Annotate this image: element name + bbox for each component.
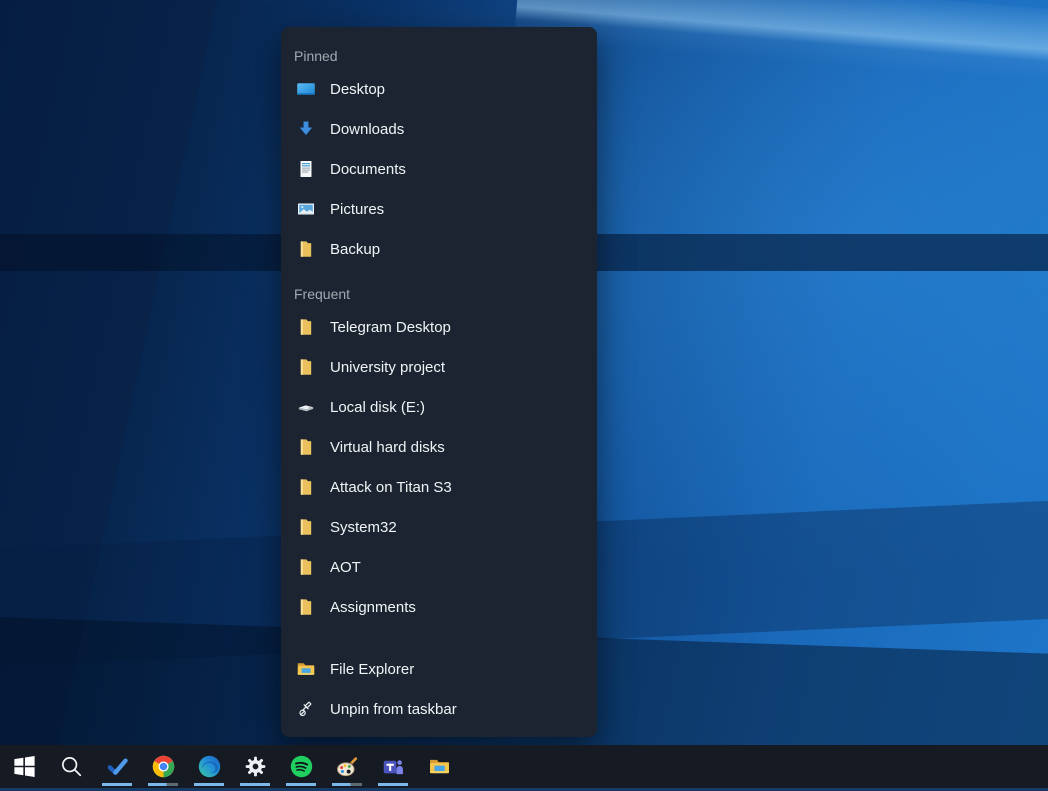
item-label: Desktop: [330, 81, 385, 98]
folder-icon: [296, 239, 316, 259]
chrome-icon: [152, 755, 175, 778]
folder-icon: [296, 597, 316, 617]
documents-icon: [296, 159, 316, 179]
search-taskbar-button[interactable]: [48, 745, 94, 788]
item-label: Pictures: [330, 201, 384, 218]
paint-icon: [336, 755, 359, 778]
jumplist-item-downloads[interactable]: Downloads: [281, 109, 597, 149]
folder-icon: [296, 477, 316, 497]
desktop-wallpaper: Pinned Desktop Downloads Documents Pictures B…: [0, 0, 1048, 745]
windows-logo-icon: [13, 755, 36, 778]
jumplist-item-documents[interactable]: Documents: [281, 149, 597, 189]
running-indicator: [194, 783, 224, 786]
item-label: Telegram Desktop: [330, 319, 451, 336]
running-indicator: [332, 783, 362, 786]
item-label: File Explorer: [330, 661, 414, 678]
item-label: System32: [330, 519, 397, 536]
item-label: Unpin from taskbar: [330, 701, 457, 718]
item-label: University project: [330, 359, 445, 376]
pictures-icon: [296, 199, 316, 219]
section-header-pinned: Pinned: [281, 43, 597, 69]
jumplist-item-telegram-desktop[interactable]: Telegram Desktop: [281, 307, 597, 347]
disk-icon: [296, 397, 316, 417]
item-label: Downloads: [330, 121, 404, 138]
search-icon: [60, 755, 83, 778]
jumplist-item-attack-on-titan-s3[interactable]: Attack on Titan S3: [281, 467, 597, 507]
folder-icon: [296, 437, 316, 457]
start-taskbar-button[interactable]: [0, 745, 48, 788]
running-indicator: [102, 783, 132, 786]
jumplist-item-desktop[interactable]: Desktop: [281, 69, 597, 109]
running-indicator: [286, 783, 316, 786]
jumplist-item-system32[interactable]: System32: [281, 507, 597, 547]
unpin-icon: [296, 699, 316, 719]
jumplist-item-assignments[interactable]: Assignments: [281, 587, 597, 627]
folder-icon: [296, 557, 316, 577]
file-explorer-jumplist: Pinned Desktop Downloads Documents Pictures B…: [281, 27, 597, 737]
desktop-icon: [296, 79, 316, 99]
jumplist-item-aot[interactable]: AOT: [281, 547, 597, 587]
file-explorer-icon: [428, 755, 451, 778]
edge-icon: [198, 755, 221, 778]
item-label: Local disk (E:): [330, 399, 425, 416]
running-indicator: [148, 783, 178, 786]
item-label: AOT: [330, 559, 361, 576]
paint-taskbar-button[interactable]: [324, 745, 370, 788]
teams-icon: [382, 755, 405, 778]
to-do-taskbar-button[interactable]: [94, 745, 140, 788]
item-label: Assignments: [330, 599, 416, 616]
folder-icon: [296, 317, 316, 337]
folder-icon: [296, 517, 316, 537]
jumplist-item-virtual-hard-disks[interactable]: Virtual hard disks: [281, 427, 597, 467]
taskbar: [0, 745, 1048, 788]
todo-check-icon: [106, 755, 129, 778]
settings-taskbar-button[interactable]: [232, 745, 278, 788]
jumplist-item-university-project[interactable]: University project: [281, 347, 597, 387]
jumplist-item-pictures[interactable]: Pictures: [281, 189, 597, 229]
teams-taskbar-button[interactable]: [370, 745, 416, 788]
settings-icon: [244, 755, 267, 778]
running-indicator: [378, 783, 408, 786]
file-explorer-icon: [296, 659, 316, 679]
running-indicator: [240, 783, 270, 786]
edge-taskbar-button[interactable]: [186, 745, 232, 788]
jumplist-item-file-explorer[interactable]: File Explorer: [281, 649, 597, 689]
item-label: Documents: [330, 161, 406, 178]
jumplist-item-local-disk-e[interactable]: Local disk (E:): [281, 387, 597, 427]
jumplist-item-backup[interactable]: Backup: [281, 229, 597, 269]
downloads-icon: [296, 119, 316, 139]
section-header-frequent: Frequent: [281, 281, 597, 307]
item-label: Backup: [330, 241, 380, 258]
spotify-taskbar-button[interactable]: [278, 745, 324, 788]
jumplist-item-unpin-from-taskbar[interactable]: Unpin from taskbar: [281, 689, 597, 729]
item-label: Virtual hard disks: [330, 439, 445, 456]
folder-icon: [296, 357, 316, 377]
spotify-icon: [290, 755, 313, 778]
chrome-taskbar-button[interactable]: [140, 745, 186, 788]
item-label: Attack on Titan S3: [330, 479, 452, 496]
file-explorer-taskbar-button[interactable]: [416, 745, 462, 788]
jumplist-separator: [281, 627, 597, 649]
